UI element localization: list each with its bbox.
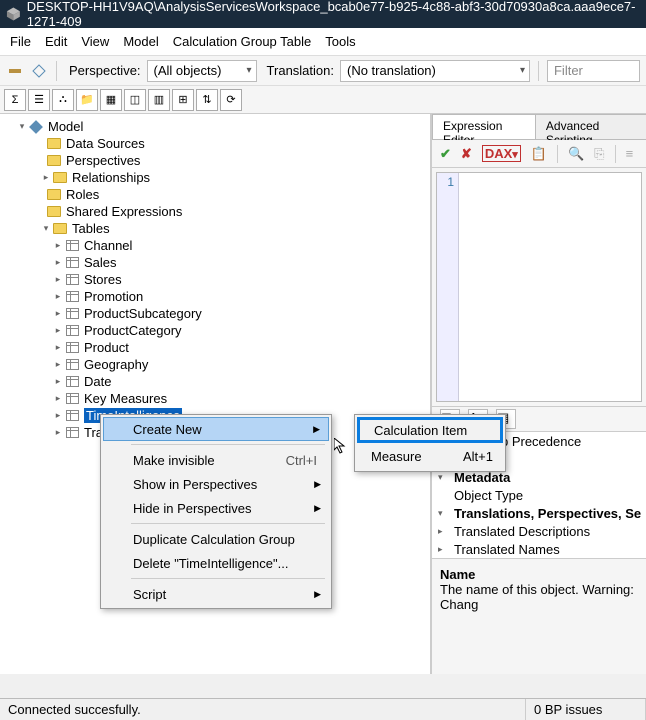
menu-make-invisible[interactable]: Make invisibleCtrl+I — [103, 448, 329, 472]
status-bp-issues: 0 BP issues — [526, 699, 646, 720]
filter-input[interactable]: Filter — [547, 60, 640, 82]
refresh-button[interactable]: ⟳ — [220, 89, 242, 111]
tree-table-stores[interactable]: ▸Stores — [0, 271, 430, 288]
menu-delete-timeintelligence[interactable]: Delete "TimeIntelligence"... — [103, 551, 329, 575]
tree-table-channel[interactable]: ▸Channel — [0, 237, 430, 254]
menu-show-in-perspectives[interactable]: Show in Perspectives▶ — [103, 472, 329, 496]
submenu-arrow-icon: ▶ — [314, 503, 321, 514]
menubar: File Edit View Model Calculation Group T… — [0, 28, 646, 56]
tree-perspectives[interactable]: Perspectives — [0, 152, 430, 169]
prop-translated-descriptions[interactable]: Translated Descriptions — [450, 524, 590, 539]
window-title: DESKTOP-HH1V9AQ\AnalysisServicesWorkspac… — [27, 0, 640, 29]
find-icon[interactable]: 🔍 — [568, 146, 584, 162]
menu-model[interactable]: Model — [123, 34, 158, 49]
tree-table-product[interactable]: ▸Product — [0, 339, 430, 356]
prop-object-type: Object Type — [450, 488, 523, 503]
line-number: 1 — [437, 173, 458, 189]
separator — [131, 444, 325, 445]
sigma-button[interactable]: Σ — [4, 89, 26, 111]
right-tabs: Expression Editor Advanced Scripting — [432, 114, 646, 140]
menu-view[interactable]: View — [81, 34, 109, 49]
hierarchy-button[interactable]: ⛬ — [52, 89, 74, 111]
menu-edit[interactable]: Edit — [45, 34, 67, 49]
accept-icon[interactable]: ✔ — [440, 146, 451, 162]
tree-model[interactable]: ▾Model — [0, 118, 430, 135]
tree-table-geography[interactable]: ▸Geography — [0, 356, 430, 373]
submenu-arrow-icon: ▶ — [314, 589, 321, 600]
menu-script[interactable]: Script▶ — [103, 582, 329, 606]
submenu-arrow-icon: ▶ — [314, 479, 321, 490]
tree-table-productcategory[interactable]: ▸ProductCategory — [0, 322, 430, 339]
tree-roles[interactable]: Roles — [0, 186, 430, 203]
context-menu: Create New▶ Make invisibleCtrl+I Show in… — [100, 414, 332, 609]
translation-combo[interactable]: (No translation) — [340, 60, 530, 82]
status-connection: Connected succesfully. — [0, 699, 526, 720]
deploy-icon[interactable] — [30, 62, 48, 80]
create-new-submenu: Calculation Item MeasureAlt+1 — [354, 414, 506, 472]
separator — [538, 61, 539, 81]
tree-table-promotion[interactable]: ▸Promotion — [0, 288, 430, 305]
tree-tables[interactable]: ▾Tables — [0, 220, 430, 237]
prop-translated-names[interactable]: Translated Names — [450, 542, 560, 557]
menu-hide-in-perspectives[interactable]: Hide in Perspectives▶ — [103, 496, 329, 520]
menu-file[interactable]: File — [10, 34, 31, 49]
statusbar: Connected succesfully. 0 BP issues — [0, 698, 646, 720]
copy-icon[interactable]: 📋 — [531, 146, 547, 162]
toolbar-secondary: Σ ☰ ⛬ 📁 ▦ ◫ ▥ ⊞ ⇅ ⟳ — [0, 86, 646, 114]
tree-table-productsubcategory[interactable]: ▸ProductSubcategory — [0, 305, 430, 322]
menu-tools[interactable]: Tools — [325, 34, 355, 49]
submenu-arrow-icon: ▶ — [313, 424, 320, 435]
separator — [56, 61, 57, 81]
tree-relationships[interactable]: ▸Relationships — [0, 169, 430, 186]
replace-icon[interactable]: ⎘ — [594, 146, 604, 162]
tab-expression-editor[interactable]: Expression Editor — [432, 114, 536, 139]
separator — [131, 523, 325, 524]
cancel-icon[interactable]: ✘ — [461, 146, 472, 162]
app-icon — [6, 6, 21, 22]
tree-data-sources[interactable]: Data Sources — [0, 135, 430, 152]
format-icon[interactable]: ≡ — [626, 146, 634, 161]
table-button[interactable]: ▦ — [100, 89, 122, 111]
tree-table-date[interactable]: ▸Date — [0, 373, 430, 390]
right-pane: Expression Editor Advanced Scripting ✔ ✘… — [432, 114, 646, 674]
menu-calculation-group-table[interactable]: Calculation Group Table — [173, 34, 312, 49]
tab-advanced-scripting[interactable]: Advanced Scripting — [535, 114, 646, 139]
folder-button[interactable]: 📁 — [76, 89, 98, 111]
submenu-calculation-item[interactable]: Calculation Item — [357, 417, 503, 443]
measure-button[interactable]: ⊞ — [172, 89, 194, 111]
property-description: Name The name of this object. Warning: C… — [432, 558, 646, 618]
column-button[interactable]: ▥ — [148, 89, 170, 111]
expression-editor[interactable]: 1 — [436, 172, 642, 402]
submenu-measure[interactable]: MeasureAlt+1 — [357, 443, 503, 469]
prop-translations[interactable]: Translations, Perspectives, Se — [450, 506, 641, 521]
translation-label: Translation: — [267, 63, 334, 78]
tree-shared-expressions[interactable]: Shared Expressions — [0, 203, 430, 220]
sort-button[interactable]: ⇅ — [196, 89, 218, 111]
menu-create-new[interactable]: Create New▶ — [103, 417, 329, 441]
tree-table-key-measures[interactable]: ▸Key Measures — [0, 390, 430, 407]
separator — [557, 145, 558, 163]
expression-toolbar: ✔ ✘ DAX▾ 📋 🔍 ⎘ ≡ — [432, 140, 646, 168]
perspective-combo[interactable]: (All objects) — [147, 60, 257, 82]
connect-icon[interactable] — [6, 62, 24, 80]
tree-table-sales[interactable]: ▸Sales — [0, 254, 430, 271]
menu-duplicate-calculation-group[interactable]: Duplicate Calculation Group — [103, 527, 329, 551]
separator — [615, 145, 616, 163]
separator — [131, 578, 325, 579]
titlebar: DESKTOP-HH1V9AQ\AnalysisServicesWorkspac… — [0, 0, 646, 28]
toolbar-main: Perspective: (All objects) Translation: … — [0, 56, 646, 86]
perspective-label: Perspective: — [69, 63, 141, 78]
dax-dropdown[interactable]: DAX▾ — [482, 145, 521, 162]
list-button[interactable]: ☰ — [28, 89, 50, 111]
chart-button[interactable]: ◫ — [124, 89, 146, 111]
